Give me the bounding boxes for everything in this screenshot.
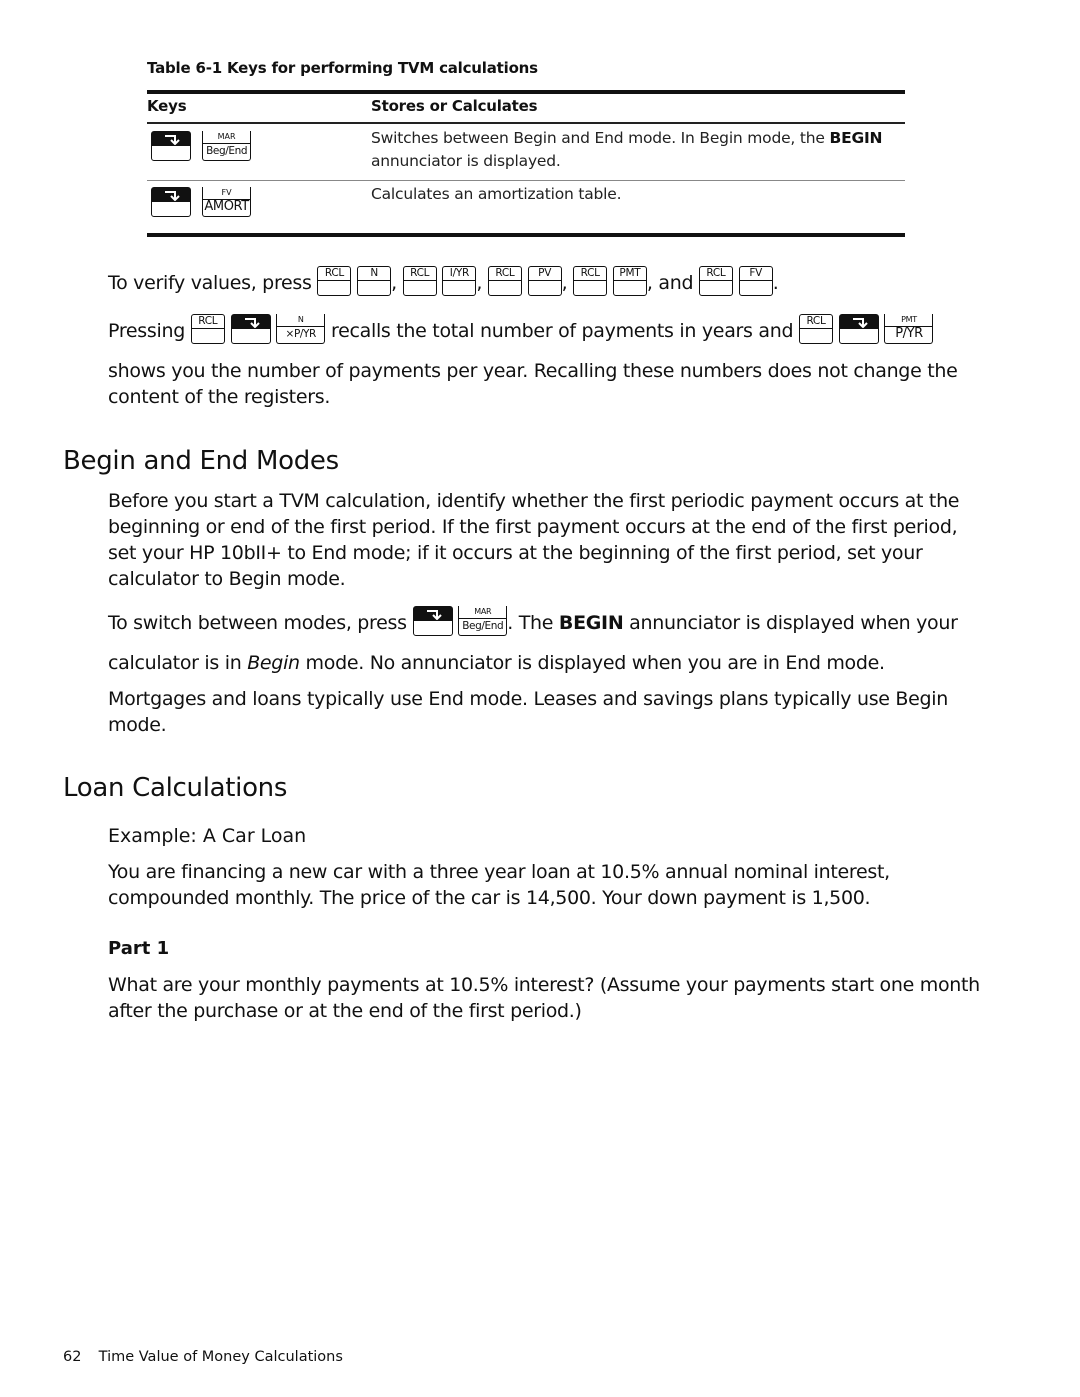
pv-key: PV — [527, 266, 562, 296]
pressing-paragraph: Pressing RCL N ×P/YR recalls the total n… — [108, 314, 934, 344]
table-header-keys: Keys — [147, 97, 187, 115]
section-heading-loan-calculations: Loan Calculations — [63, 773, 288, 803]
shift-arrow-icon — [165, 135, 180, 145]
rcl-key: RCL — [798, 314, 833, 344]
switch-modes-line-2: calculator is in Begin mode. No annuncia… — [108, 652, 885, 674]
table-caption: Table 6-1 Keys for performing TVM calcul… — [147, 59, 538, 77]
beg-end-key: MAR Beg/End — [458, 606, 508, 636]
rcl-key: RCL — [402, 266, 437, 296]
shift-key — [838, 314, 879, 344]
beg-end-key: MAR Beg/End — [202, 131, 252, 161]
section-heading-begin-end: Begin and End Modes — [63, 446, 339, 476]
rcl-key: RCL — [698, 266, 733, 296]
example-title: Example: A Car Loan — [108, 825, 307, 847]
table-row: MAR Beg/End — [151, 131, 252, 161]
example-paragraph: You are financing a new car with a three… — [108, 861, 890, 909]
page-number: 62 — [63, 1349, 82, 1365]
chapter-title: Time Value of Money Calculations — [98, 1349, 343, 1365]
part-title: Part 1 — [108, 938, 170, 959]
table-row-description: Switches between Begin and End mode. In … — [371, 129, 883, 170]
rcl-key: RCL — [487, 266, 522, 296]
amort-key: FV AMORT — [202, 187, 252, 217]
shift-key — [412, 606, 453, 636]
table-row-divider — [147, 180, 905, 181]
rcl-key: RCL — [573, 266, 608, 296]
table-top-rule — [147, 90, 905, 94]
mortgages-paragraph: Mortgages and loans typically use End mo… — [108, 688, 949, 736]
table-bottom-rule — [147, 233, 905, 237]
rcl-key: RCL — [190, 314, 225, 344]
shift-arrow-icon — [852, 318, 868, 328]
part-paragraph: What are your monthly payments at 10.5% … — [108, 974, 980, 1022]
i-yr-key: I/YR — [442, 266, 477, 296]
shift-key — [151, 187, 191, 217]
pmt-key: PMT — [612, 266, 647, 296]
shift-arrow-icon — [165, 191, 180, 201]
shift-key — [230, 314, 271, 344]
p-yr-key: PMT P/YR — [884, 314, 934, 344]
fv-key: FV — [738, 266, 773, 296]
pressing-continuation-2: content of the registers. — [108, 386, 331, 408]
switch-modes-paragraph: To switch between modes, press MAR Beg/E… — [108, 606, 958, 636]
page-footer: 62 Time Value of Money Calculations — [63, 1349, 343, 1365]
table-header-stores: Stores or Calculates — [371, 97, 538, 115]
xp-yr-key: N ×P/YR — [276, 314, 326, 344]
shift-arrow-icon — [244, 318, 260, 328]
n-key: N — [357, 266, 392, 296]
begin-end-paragraph: Before you start a TVM calculation, iden… — [108, 490, 960, 590]
shift-key — [151, 131, 191, 161]
verify-paragraph: To verify values, press RCL N, RCL I/YR,… — [108, 266, 779, 296]
table-header-rule — [147, 122, 905, 124]
table-row: FV AMORT — [151, 187, 252, 217]
shift-arrow-icon — [426, 610, 442, 620]
pressing-continuation: shows you the number of payments per yea… — [108, 360, 958, 382]
rcl-key: RCL — [317, 266, 352, 296]
table-row-description: Calculates an amortization table. — [371, 185, 622, 203]
